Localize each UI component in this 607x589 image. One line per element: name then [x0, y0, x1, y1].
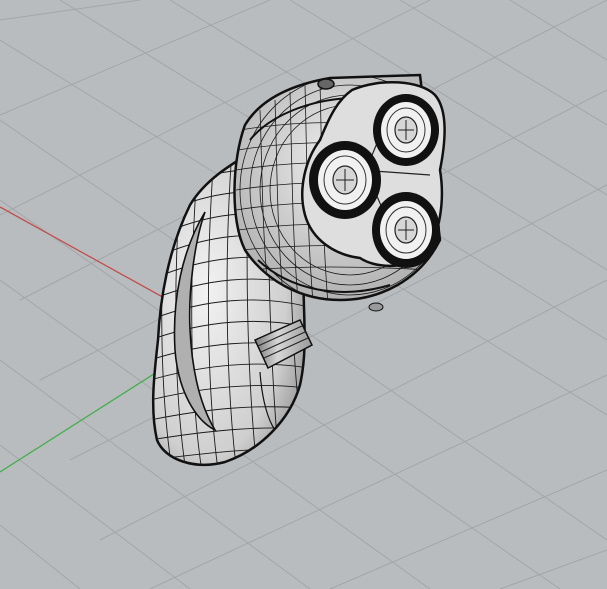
- top-knob: [317, 78, 335, 90]
- cutter-head-left[interactable]: [309, 141, 381, 219]
- rhino-perspective-viewport[interactable]: [0, 0, 607, 589]
- x-axis-line: [0, 206, 169, 301]
- y-axis-line: [0, 364, 169, 473]
- cutter-head-bottom[interactable]: [372, 192, 440, 268]
- cutter-head-top[interactable]: [373, 94, 439, 166]
